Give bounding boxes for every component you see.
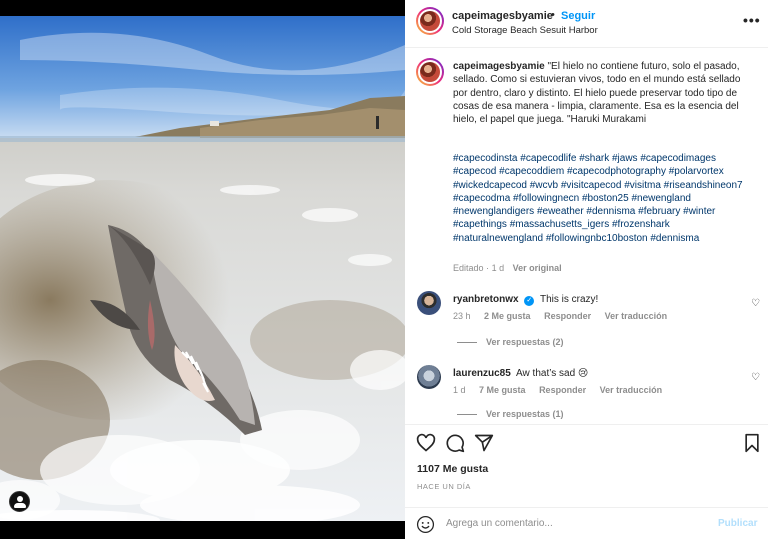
likes-count[interactable]: 1107 Me gusta xyxy=(417,463,488,475)
caption-hashtags[interactable]: #capecodinsta #capecodlife #shark #jaws … xyxy=(453,152,753,245)
post-timestamp: HACE UN DÍA xyxy=(417,482,471,491)
share-icon[interactable] xyxy=(474,433,494,453)
edited-label: Editado xyxy=(453,263,484,273)
comment-time: 23 h xyxy=(453,311,471,321)
translate-button[interactable]: Ver traducción xyxy=(605,311,668,321)
commenter-avatar[interactable] xyxy=(417,291,441,315)
caption-time: 1 d xyxy=(491,263,505,273)
caption-author-avatar[interactable] xyxy=(416,58,444,86)
commenter-username[interactable]: laurenzuc85 xyxy=(453,368,511,379)
comment-meta: 23 h 2 Me gusta Responder Ver traducción xyxy=(453,311,678,321)
view-replies-button[interactable]: Ver respuestas (2) xyxy=(457,337,564,347)
comment-text: Aw that’s sad 😢 xyxy=(516,368,589,379)
comment-icon[interactable] xyxy=(445,433,465,453)
caption-username[interactable]: capeimagesbyamie xyxy=(453,61,545,72)
replies-line xyxy=(457,414,477,416)
action-bar: 1107 Me gusta HACE UN DÍA Agrega un come… xyxy=(405,424,768,539)
comment-text: This is crazy! xyxy=(539,294,599,305)
reply-button[interactable]: Responder xyxy=(544,311,591,321)
verified-badge-icon: ✓ xyxy=(524,296,535,306)
comment-meta: 1 d 7 Me gusta Responder Ver traducción xyxy=(453,385,673,395)
see-original-link[interactable]: Ver original xyxy=(513,263,562,273)
post-details-panel: capeimagesbyamie • Seguir Cold Storage B… xyxy=(405,0,768,539)
view-replies-label[interactable]: Ver respuestas (1) xyxy=(486,409,564,419)
add-comment-bar: Agrega un comentario... Publicar xyxy=(405,507,768,539)
post-header: capeimagesbyamie • Seguir Cold Storage B… xyxy=(405,0,768,48)
author-username[interactable]: capeimagesbyamie xyxy=(452,10,553,22)
add-comment-input[interactable]: Agrega un comentario... xyxy=(446,518,553,529)
location-link[interactable]: Cold Storage Beach Sesuit Harbor xyxy=(452,25,598,36)
view-replies-button[interactable]: Ver respuestas (1) xyxy=(457,409,564,419)
follow-button[interactable]: Seguir xyxy=(561,10,595,22)
heart-icon[interactable] xyxy=(416,433,436,453)
commenter-avatar[interactable] xyxy=(417,365,441,389)
tagged-users-icon[interactable] xyxy=(9,491,30,512)
comment-like-heart-icon[interactable]: ♡ xyxy=(751,372,760,383)
comment-likes[interactable]: 7 Me gusta xyxy=(479,385,526,395)
replies-line xyxy=(457,342,477,344)
post-photo[interactable] xyxy=(0,0,405,539)
view-replies-label[interactable]: Ver respuestas (2) xyxy=(486,337,564,347)
frozen-shark-image xyxy=(0,0,405,539)
caption-meta: Editado · 1 d Ver original xyxy=(453,263,562,273)
comment-line: ryanbretonwx ✓ This is crazy! xyxy=(453,294,598,306)
bookmark-icon[interactable] xyxy=(742,433,762,453)
comment-line: laurenzuc85 Aw that’s sad 😢 xyxy=(453,368,588,379)
publish-button[interactable]: Publicar xyxy=(718,518,757,529)
caption-text: capeimagesbyamie "El hielo no contiene f… xyxy=(453,60,753,126)
meta-dot: · xyxy=(486,263,490,273)
commenter-username[interactable]: ryanbretonwx xyxy=(453,294,519,305)
comment-likes[interactable]: 2 Me gusta xyxy=(484,311,531,321)
emoji-icon[interactable] xyxy=(416,515,435,534)
translate-button[interactable]: Ver traducción xyxy=(600,385,663,395)
comment-time: 1 d xyxy=(453,385,466,395)
more-options-icon[interactable]: ••• xyxy=(743,12,761,28)
reply-button[interactable]: Responder xyxy=(539,385,586,395)
comment-like-heart-icon[interactable]: ♡ xyxy=(751,298,760,309)
separator-dot: • xyxy=(551,9,555,21)
author-avatar[interactable] xyxy=(416,7,444,35)
